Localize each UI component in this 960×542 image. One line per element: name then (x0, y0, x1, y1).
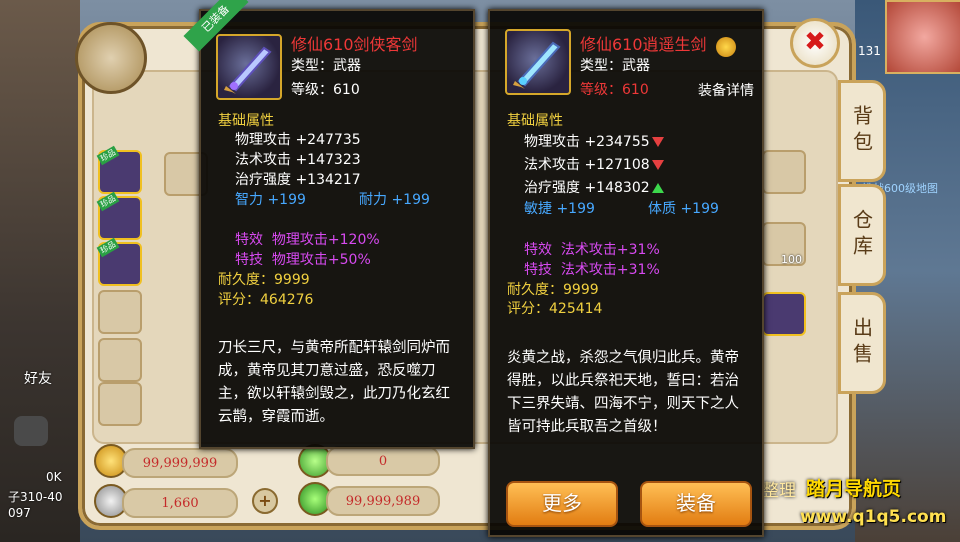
stat-line: 法术攻击 +147323 (235, 152, 361, 168)
extra-stat: 智力 +199 (235, 192, 306, 208)
add-currency-button[interactable]: + (252, 488, 278, 514)
item-level: 等级：610 (291, 82, 360, 98)
equip-slot[interactable]: 珍品 (96, 191, 142, 240)
equip-slot[interactable] (98, 290, 142, 334)
sword-icon (216, 34, 282, 100)
tab-bag[interactable]: 背包 (838, 80, 886, 182)
durability: 耐久度：9999 (507, 282, 599, 298)
friends-label[interactable]: 好友 (24, 368, 52, 388)
sort-button[interactable]: 整理 (762, 476, 796, 501)
equip-slot[interactable]: 珍品 (96, 237, 142, 286)
item-type: 类型：武器 (580, 58, 650, 74)
background-scene-left (0, 0, 80, 542)
stat-line: 法术攻击 +127108 (524, 154, 664, 174)
stat-line: 物理攻击 +247735 (235, 132, 361, 148)
item-level: 等级：610 (580, 82, 649, 98)
extra-stat: 体质 +199 (648, 201, 719, 217)
tab-warehouse-label: 仓库 (849, 209, 874, 261)
decrease-arrow-icon (651, 137, 664, 147)
left-side-text: 097 (8, 506, 31, 520)
tab-sell-label: 出售 (849, 317, 874, 369)
extra-stat: 耐力 +199 (359, 192, 430, 208)
currency-bound: 99,999,989 (326, 486, 440, 516)
effect-line: 特效 法术攻击+31% (524, 242, 660, 258)
bag-slot[interactable] (762, 292, 806, 336)
more-button[interactable]: 更多 (506, 481, 618, 527)
item-type: 类型：武器 (291, 58, 361, 74)
sword-icon (505, 29, 571, 95)
left-side-text: 0K (46, 470, 62, 484)
tab-warehouse[interactable]: 仓库 (838, 184, 886, 286)
bag-slot[interactable] (762, 150, 806, 194)
close-button[interactable]: ✖ (790, 18, 840, 68)
currency-silver: 1,660 (122, 488, 238, 518)
decrease-arrow-icon (651, 160, 664, 170)
gem-icon (716, 37, 736, 57)
increase-arrow-icon (651, 183, 664, 193)
effect-line: 特技 物理攻击+50% (235, 252, 371, 268)
pet-badge-icon[interactable] (75, 22, 147, 94)
equip-slot[interactable]: 珍品 (96, 145, 142, 194)
tab-sell[interactable]: 出售 (838, 292, 886, 394)
extra-stat: 敏捷 +199 (524, 201, 595, 217)
score: 评分：425414 (507, 301, 603, 317)
watermark-url: www.q1q5.com (800, 507, 947, 527)
base-attr-header: 基础属性 (507, 113, 563, 129)
item-description: 炎黄之战，杀怨之气俱归此兵。黄帝得胜，以此兵祭祀天地，誓曰：若治下三界失靖、四海… (507, 350, 739, 435)
equip-slot[interactable] (98, 338, 142, 382)
top-right-number: 131 (858, 44, 881, 58)
tooltip-compare: 修仙610逍遥生剑 类型：武器 等级：610 装备详情 基础属性 物理攻击 +2… (488, 9, 764, 537)
stat-line: 治疗强度 +134217 (235, 172, 361, 188)
left-side-text: 子310-40 (8, 490, 63, 504)
effect-line: 特技 法术攻击+31% (524, 262, 660, 278)
currency-jade: 0 (326, 446, 440, 476)
chat-icon[interactable] (14, 416, 48, 446)
base-attr-header: 基础属性 (218, 113, 274, 129)
equipment-details-link[interactable]: 装备详情 (698, 80, 754, 100)
durability: 耐久度：9999 (218, 272, 310, 288)
bag-slot[interactable]: 100 (762, 222, 806, 266)
tab-bag-label: 背包 (849, 105, 874, 157)
currency-gold: 99,999,999 (122, 448, 238, 478)
equip-slot[interactable] (98, 382, 142, 426)
player-avatar[interactable] (885, 0, 960, 74)
item-description: 刀长三尺，与黄帝所配轩辕剑同炉而成，黄帝见其刀意过盛，恐反噬刀主，欲以轩辕剑毁之… (218, 340, 450, 425)
watermark-title: 踏月导航页 (806, 478, 902, 500)
stat-line: 物理攻击 +234755 (524, 131, 664, 151)
stack-count: 100 (781, 253, 802, 266)
equip-button[interactable]: 装备 (640, 481, 752, 527)
tooltip-equipped: 修仙610剑侠客剑 类型：武器 等级：610 基础属性 物理攻击 +247735… (199, 9, 475, 449)
item-name: 修仙610逍遥生剑 (580, 35, 707, 54)
score: 评分：464276 (218, 292, 314, 308)
stat-line: 治疗强度 +148302 (524, 177, 664, 197)
item-name: 修仙610剑侠客剑 (291, 35, 418, 54)
effect-line: 特效 物理攻击+120% (235, 232, 380, 248)
